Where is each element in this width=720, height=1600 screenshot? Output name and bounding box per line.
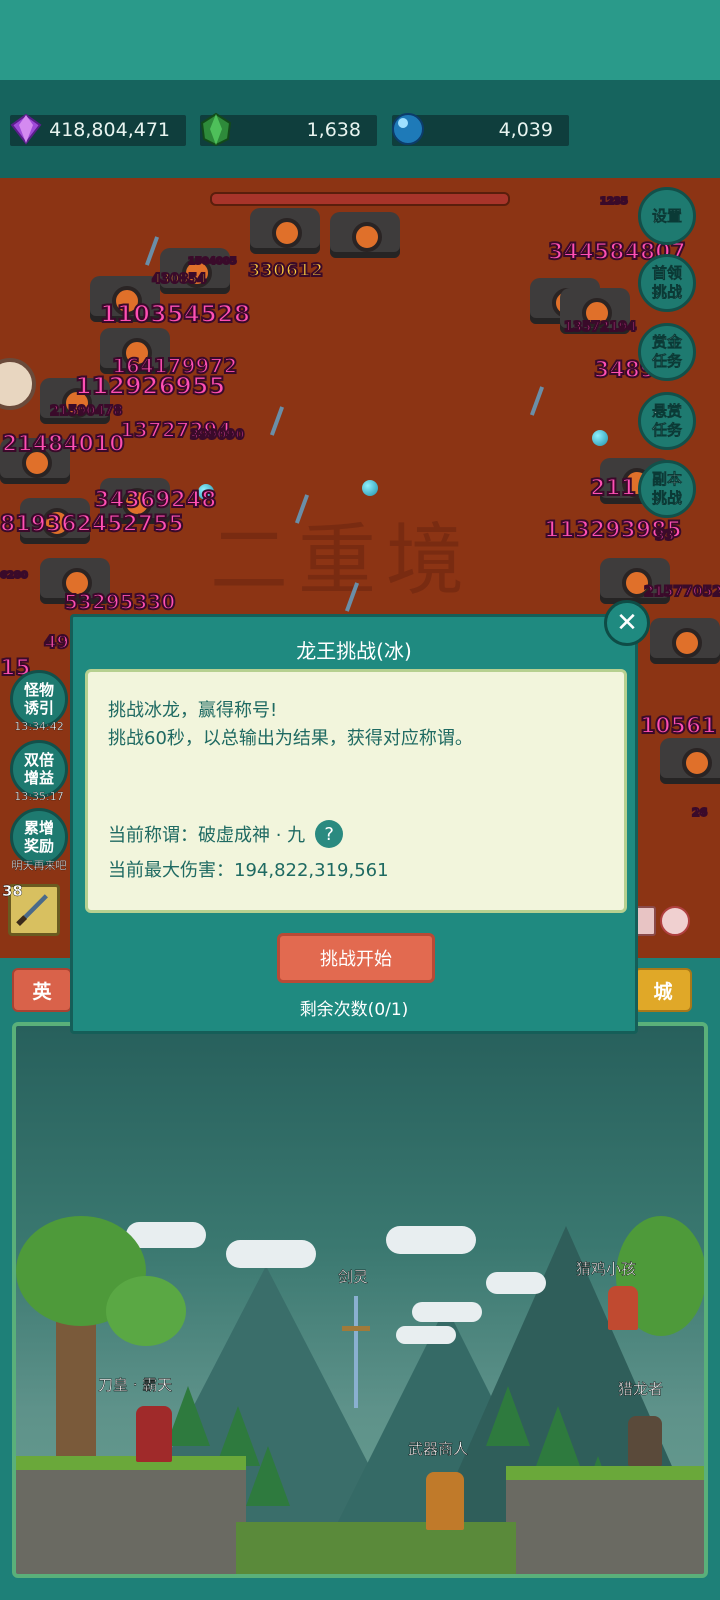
grass-ground (236, 1522, 516, 1574)
damage-number: 110354528 (99, 299, 251, 329)
damage-number: 1504005 (187, 255, 238, 268)
cloud (412, 1302, 482, 1322)
max-damage-value: 194,822,319,561 (234, 860, 389, 881)
purple-gem-icon (10, 113, 42, 145)
enemy (650, 618, 720, 664)
sword-projectile (144, 236, 160, 266)
max-damage-label: 当前最大伤害： (108, 860, 234, 881)
damage-number: 13572194 (563, 319, 637, 336)
npc-weapon-merchant[interactable] (426, 1472, 464, 1530)
dragon-challenge-dialog: 龙王挑战(冰) 挑战冰龙，赢得称号! 挑战60秒，以总输出为结果，获得对应称谓。… (70, 614, 638, 1034)
close-button[interactable]: ✕ (604, 600, 650, 646)
enemy (660, 738, 720, 784)
cloud (386, 1226, 476, 1254)
top-bar (0, 0, 720, 80)
sword-spirit-guard (342, 1326, 370, 1331)
rock-ledge (16, 1456, 246, 1574)
weapon-level: 38 (2, 882, 23, 900)
enemy (250, 208, 320, 254)
enemy (330, 212, 400, 258)
damage-number: 10561 (639, 713, 718, 740)
green-gem-icon (200, 112, 232, 147)
enemy (160, 248, 230, 294)
damage-number: 49 (43, 631, 70, 654)
npc-name-weapon-merchant: 武器商人 (408, 1440, 469, 1458)
cumulative-reward-timer: 明天再来吧 (11, 859, 67, 872)
npc-name-blade-emperor: 刀皇 · 霸天 (98, 1376, 173, 1394)
resource-value: 1,638 (306, 119, 361, 141)
damage-number: 26 (691, 805, 708, 820)
dragon-emblem-icon[interactable] (660, 906, 690, 936)
reward-task-button[interactable]: 悬赏 任务 (638, 392, 696, 450)
pine-tree (166, 1386, 210, 1446)
battle-background-text: 二重境 (210, 516, 475, 606)
resource-purple-gem: 418,804,471 (10, 113, 186, 146)
remaining-attempts: 剩余次数(0/1) (299, 1000, 409, 1020)
resource-green-gem: 1,638 (200, 112, 377, 147)
player-avatar[interactable] (0, 358, 36, 410)
damage-number: 211 (589, 475, 637, 502)
hero-tab[interactable]: 英 (12, 968, 72, 1012)
cloud (396, 1326, 456, 1344)
resource-value: 418,804,471 (49, 119, 170, 141)
damage-number: 33 (654, 527, 676, 545)
damage-number: 430854 (151, 271, 207, 288)
village-scene: 剑灵 猜鸡小孩 刀皇 · 霸天 猎龙者 武器商人 (12, 1022, 708, 1578)
damage-number: 21484010 (1, 431, 125, 458)
damage-number: 819362452755 (0, 511, 185, 538)
double-gain-timer: 13:35:17 (14, 790, 64, 803)
npc-name-sword-spirit: 剑灵 (338, 1268, 369, 1286)
current-title-row: 当前称谓： 破虚成神 · 九 ? (108, 820, 344, 848)
sword-projectile (529, 386, 545, 416)
monster-lure-timer: 13:34:42 (14, 720, 64, 733)
city-tab[interactable]: 城 (634, 968, 692, 1012)
start-challenge-button[interactable]: 挑战开始 (277, 933, 435, 983)
current-title-value: 破虚成神 · 九 (198, 825, 306, 846)
resource-value: 4,039 (498, 119, 553, 141)
pine-tree (486, 1386, 530, 1446)
npc-name-chicken-boy: 猜鸡小孩 (576, 1260, 637, 1278)
npc-blade-emperor[interactable] (136, 1406, 172, 1462)
cloud (486, 1272, 546, 1294)
damage-number: 6280 (0, 569, 29, 582)
dialog-title: 龙王挑战(冰) (296, 639, 412, 663)
description-line-1: 挑战冰龙，赢得称号! (108, 700, 278, 721)
damage-number: 330612 (247, 259, 324, 282)
bounty-task-button[interactable]: 赏金 任务 (638, 323, 696, 381)
resource-blue-orb: 4,039 (392, 113, 569, 146)
sword-projectile (269, 406, 285, 436)
damage-number: 34369248 (93, 487, 217, 514)
sword-spirit[interactable] (354, 1296, 358, 1408)
npc-name-dragon-hunter: 猎龙者 (618, 1380, 664, 1398)
npc-dragon-hunter[interactable] (628, 1416, 662, 1466)
tree-canopy (106, 1276, 186, 1346)
boss-hp-bar (210, 192, 510, 206)
damage-number: 399090 (189, 427, 245, 444)
damage-number: 1235 (599, 195, 629, 208)
orb-projectile (362, 480, 378, 496)
dungeon-challenge-button[interactable]: 副本 挑战 (638, 460, 696, 518)
rock-ledge (506, 1466, 704, 1574)
orb-projectile (592, 430, 608, 446)
damage-number: 21577052 (643, 583, 720, 601)
npc-chicken-boy[interactable] (608, 1286, 638, 1330)
boss-challenge-button[interactable]: 首领 挑战 (638, 254, 696, 312)
damage-number: 112926955 (74, 371, 226, 401)
dialog-body: 挑战冰龙，赢得称号! 挑战60秒，以总输出为结果，获得对应称谓。 当前称谓： 破… (85, 669, 627, 913)
description-line-2: 挑战60秒，以总输出为结果，获得对应称谓。 (108, 728, 473, 749)
settings-button[interactable]: 设置 (638, 187, 696, 245)
pine-tree (246, 1446, 290, 1506)
pine-tree (536, 1406, 580, 1466)
cloud (226, 1240, 316, 1268)
damage-number: 53295330 (63, 589, 176, 615)
max-damage-row: 当前最大伤害：194,822,319,561 (108, 856, 389, 882)
close-icon: ✕ (616, 608, 638, 638)
blue-orb-icon (392, 113, 424, 145)
current-title-label: 当前称谓： (108, 825, 198, 846)
damage-number: 21590478 (49, 403, 123, 420)
help-icon[interactable]: ? (315, 820, 344, 848)
